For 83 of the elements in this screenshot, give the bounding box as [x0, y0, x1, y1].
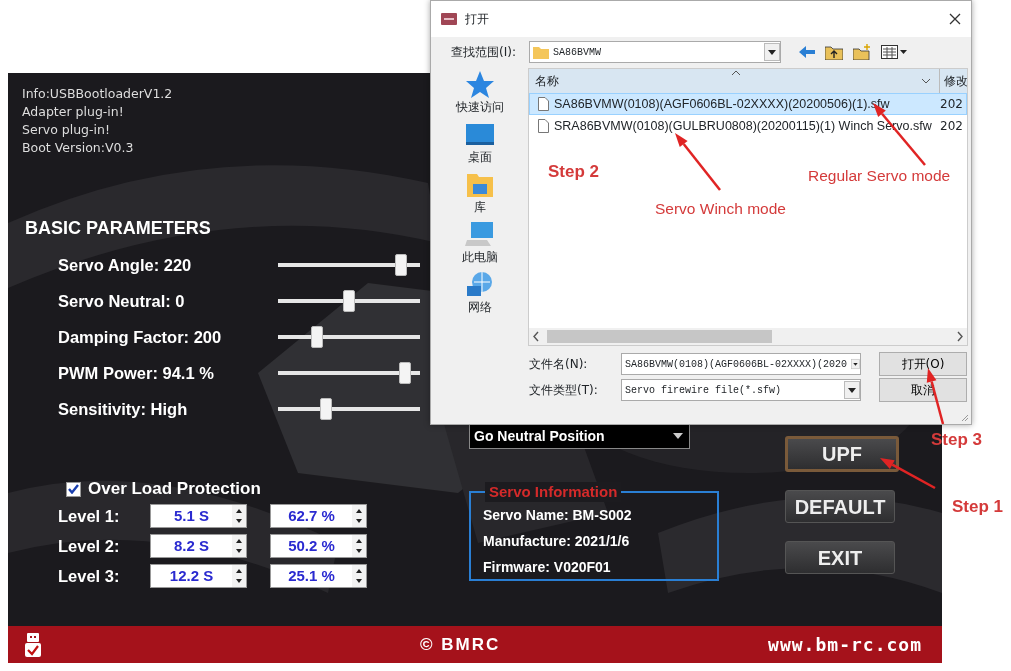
- places-item[interactable]: 库: [464, 170, 495, 220]
- parameter-label: Servo Neutral: 0: [58, 290, 186, 312]
- spin-field[interactable]: 50.2 %: [270, 534, 367, 558]
- resize-grip-icon: [959, 412, 969, 422]
- info-text: Info:USBBootloaderV1.2: [22, 85, 174, 103]
- places-item[interactable]: 此电脑: [461, 220, 498, 270]
- slider-thumb[interactable]: [310, 326, 323, 348]
- window-title: 打开: [465, 11, 489, 28]
- panel-title: Servo Information: [485, 482, 622, 502]
- back-arrow-icon: [799, 46, 815, 58]
- look-in-field[interactable]: SA86BVMW: [529, 41, 781, 63]
- file-icon: [538, 97, 549, 111]
- website-text: www.bm-rc.com: [768, 633, 922, 657]
- mode-dropdown[interactable]: Go Neutral Position: [469, 424, 690, 449]
- parameter-label: Servo Angle: 220: [58, 254, 193, 276]
- file-date: 202: [940, 96, 964, 113]
- file-date: 202: [940, 118, 964, 135]
- dialog-button[interactable]: 打开(O): [879, 352, 967, 376]
- checkbox-label: Over Load Protection: [88, 478, 261, 501]
- spin-field[interactable]: 8.2 S: [150, 534, 247, 558]
- info-text: Servo Name: BM-S002: [483, 506, 633, 525]
- star-icon: [464, 70, 495, 98]
- field-label: 查找范围(I):: [451, 44, 517, 61]
- usb-check-icon: [24, 632, 42, 657]
- info-text: Adapter plug-in!: [22, 103, 125, 121]
- info-text: Firmware: V020F01: [483, 558, 612, 577]
- places-item[interactable]: 桌面: [464, 120, 495, 170]
- field-label: 文件名(N):: [529, 356, 589, 373]
- spin-field[interactable]: 12.2 S: [150, 564, 247, 588]
- places-item[interactable]: 快速访问: [455, 70, 504, 120]
- spinner-icon: [232, 535, 246, 557]
- computer-icon: [464, 220, 495, 248]
- annotation-text: Servo Winch mode: [655, 200, 786, 218]
- sort-caret-icon: [731, 70, 741, 76]
- network-icon: [464, 270, 495, 298]
- info-text: Boot Version:V0.3: [22, 139, 135, 157]
- slider-thumb[interactable]: [395, 254, 407, 276]
- section-title: BASIC PARAMETERS: [25, 217, 211, 240]
- field-label: 文件类型(T):: [529, 382, 599, 399]
- file-row[interactable]: SA86BVMW(0108)(AGF0606BL-02XXXX)(20200506)(1).sfw 202: [529, 93, 967, 115]
- exit-button[interactable]: EXIT: [785, 541, 895, 574]
- chevron-icon: [921, 78, 931, 84]
- places-item[interactable]: 网络: [464, 270, 495, 320]
- step-label: Step 1: [952, 498, 1004, 517]
- file-field[interactable]: Servo firewire file(*.sfw): [621, 379, 861, 401]
- info-text: Servo plug-in!: [22, 121, 111, 139]
- step-label: Step 2: [548, 163, 600, 182]
- spin-field[interactable]: 25.1 %: [270, 564, 367, 588]
- view-menu-icon: [881, 45, 907, 59]
- spin-field[interactable]: 5.1 S: [150, 504, 247, 528]
- folder-up-icon: [825, 44, 843, 60]
- slider-thumb[interactable]: [343, 290, 355, 312]
- column-title: 名称: [534, 73, 559, 90]
- new-folder-icon: [853, 44, 871, 60]
- close-icon: [949, 13, 961, 25]
- file-name: SA86BVMW(0108)(AGF0606BL-02XXXX)(20200506)(1).sfw: [553, 95, 891, 113]
- spinner-icon: [232, 565, 246, 587]
- check-icon: [68, 484, 79, 494]
- spinner-icon: [232, 505, 246, 527]
- default-button[interactable]: DEFAULT: [785, 490, 895, 523]
- upf-button[interactable]: UPF: [785, 436, 899, 472]
- parameter-label: Damping Factor: 200: [58, 326, 223, 348]
- caret-icon: [673, 433, 683, 439]
- parameter-label: PWM Power: 94.1 %: [58, 362, 215, 384]
- spinner-icon: [352, 565, 366, 587]
- copyright-text: © BMRC: [420, 633, 501, 656]
- level-label: Level 3:: [58, 565, 121, 587]
- app-icon: [441, 13, 457, 25]
- spinner-icon: [352, 505, 366, 527]
- spinner-icon: [352, 535, 366, 557]
- parameter-label: Sensitivity: High: [58, 398, 189, 420]
- folder-icon: [533, 45, 549, 59]
- slider-thumb[interactable]: [319, 398, 332, 420]
- file-icon: [538, 119, 549, 133]
- spin-field[interactable]: 62.7 %: [270, 504, 367, 528]
- annotation-text: Regular Servo mode: [808, 167, 951, 185]
- level-label: Level 1:: [58, 505, 121, 527]
- slider-thumb[interactable]: [398, 362, 411, 384]
- arrow: [880, 458, 936, 490]
- level-label: Level 2:: [58, 535, 121, 557]
- info-text: Manufacture: 2021/1/6: [483, 532, 631, 551]
- arrow: [675, 133, 721, 191]
- file-field[interactable]: SA86BVMW(0108)(AGF0606BL-02XXXX)(2020: [621, 353, 861, 375]
